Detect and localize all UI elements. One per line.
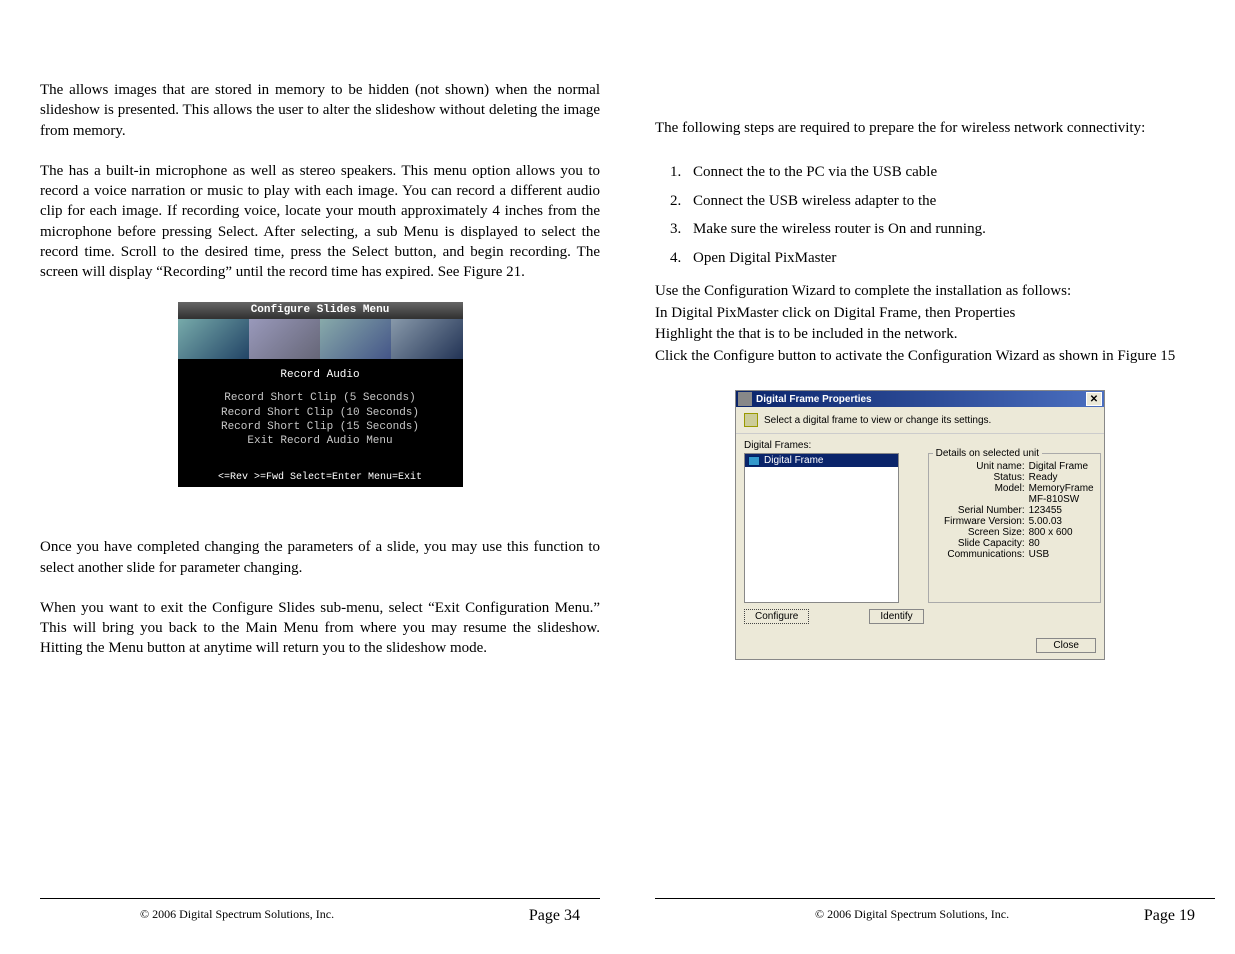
- close-icon[interactable]: ✕: [1086, 392, 1102, 406]
- kv-v6: 80: [1029, 538, 1094, 549]
- fig1-options: Record Short Clip (5 Seconds) Record Sho…: [178, 387, 463, 456]
- kv-v7: USB: [1029, 549, 1094, 560]
- fig1-thumbs: [178, 319, 463, 359]
- follow-1: Use the Configuration Wizard to complete…: [655, 282, 1215, 302]
- configure-button[interactable]: Configure: [744, 609, 809, 624]
- left-para-3: Once you have completed changing the par…: [40, 537, 600, 578]
- kv-k3: Serial Number:: [935, 505, 1025, 516]
- frame-item-selected[interactable]: Digital Frame: [745, 454, 898, 467]
- thumb-3: [320, 319, 391, 359]
- kv-k1: Status:: [935, 472, 1025, 483]
- kv-v1: Ready: [1029, 472, 1094, 483]
- frames-label: Digital Frames:: [744, 440, 1096, 451]
- left-page-number: Page 34: [529, 907, 580, 925]
- kv-k0: Unit name:: [935, 461, 1025, 472]
- frame-item-label: Digital Frame: [764, 455, 823, 466]
- kv-k7: Communications:: [935, 549, 1025, 560]
- details-legend: Details on selected unit: [933, 448, 1042, 459]
- kv-k2: Model:: [935, 483, 1025, 505]
- fig1-title: Configure Slides Menu: [178, 302, 463, 319]
- right-page-number: Page 19: [1144, 907, 1195, 925]
- details-pane: Details on selected unit Unit name:Digit…: [928, 453, 1101, 603]
- thumb-1: [178, 319, 249, 359]
- left-para-2: The has a built-in microphone as well as…: [40, 161, 600, 283]
- fig1-opt-1: Record Short Clip (5 Seconds): [178, 391, 463, 405]
- right-page: The following steps are required to prep…: [655, 80, 1215, 660]
- kv-v2: MemoryFrame MF-810SW: [1029, 483, 1094, 505]
- follow-4: Click the Configure button to activate t…: [655, 347, 1215, 367]
- hint-icon: [744, 413, 758, 427]
- left-para-1: The allows images that are stored in mem…: [40, 80, 600, 141]
- thumb-2: [249, 319, 320, 359]
- step-3: Make sure the wireless router is On and …: [685, 215, 1215, 244]
- step-2: Connect the USB wireless adapter to the: [685, 187, 1215, 216]
- left-page-footer: © 2006 Digital Spectrum Solutions, Inc. …: [40, 898, 600, 925]
- left-para-4: When you want to exit the Configure Slid…: [40, 598, 600, 659]
- kv-k6: Slide Capacity:: [935, 538, 1025, 549]
- step-4: Open Digital PixMaster: [685, 244, 1215, 273]
- follow-3: Highlight the that is to be included in …: [655, 325, 1215, 345]
- close-button[interactable]: Close: [1036, 638, 1096, 653]
- digital-frame-properties-dialog: Digital Frame Properties ✕ Select a digi…: [735, 390, 1105, 660]
- dialog-footer: Close: [736, 630, 1104, 659]
- dialog-body: Digital Frames: Digital Frame Configure …: [736, 434, 1104, 630]
- thumb-4: [391, 319, 462, 359]
- fig1-opt-3: Record Short Clip (15 Seconds): [178, 420, 463, 434]
- kv-v5: 800 x 600: [1029, 527, 1094, 538]
- frame-icon: [748, 456, 760, 466]
- fig1-opt-2: Record Short Clip (10 Seconds): [178, 406, 463, 420]
- right-copyright: © 2006 Digital Spectrum Solutions, Inc.: [815, 907, 1009, 922]
- dialog-title: Digital Frame Properties: [756, 394, 872, 405]
- kv-k5: Screen Size:: [935, 527, 1025, 538]
- details-kv: Unit name: Digital Frame Status: Ready Mod…: [935, 461, 1094, 560]
- frames-listbox[interactable]: Digital Frame: [744, 453, 899, 603]
- left-page: The allows images that are stored in mem…: [40, 80, 600, 679]
- kv-v4: 5.00.03: [1029, 516, 1094, 527]
- dialog-titlebar[interactable]: Digital Frame Properties ✕: [736, 391, 1104, 407]
- figure-configure-slides: Configure Slides Menu Record Audio Recor…: [178, 302, 463, 487]
- dialog-icon: [738, 392, 752, 406]
- steps-list: Connect the to the PC via the USB cable …: [685, 158, 1215, 272]
- follow-2: In Digital PixMaster click on Digital Fr…: [655, 304, 1215, 324]
- step-1: Connect the to the PC via the USB cable: [685, 158, 1215, 187]
- dialog-subheader: Select a digital frame to view or change…: [736, 407, 1104, 434]
- left-copyright: © 2006 Digital Spectrum Solutions, Inc.: [140, 907, 334, 922]
- dialog-subtext: Select a digital frame to view or change…: [764, 415, 991, 426]
- kv-k4: Firmware Version:: [935, 516, 1025, 527]
- fig1-footer: <=Rev >=Fwd Select=Enter Menu=Exit: [178, 456, 463, 487]
- kv-v3: 123455: [1029, 505, 1094, 516]
- right-intro: The following steps are required to prep…: [655, 118, 1215, 138]
- right-page-footer: © 2006 Digital Spectrum Solutions, Inc. …: [655, 898, 1215, 925]
- fig1-opt-4: Exit Record Audio Menu: [178, 434, 463, 448]
- followup-block: Use the Configuration Wizard to complete…: [655, 282, 1215, 366]
- identify-button[interactable]: Identify: [869, 609, 923, 624]
- kv-v0: Digital Frame: [1029, 461, 1094, 472]
- fig1-subtitle: Record Audio: [178, 359, 463, 387]
